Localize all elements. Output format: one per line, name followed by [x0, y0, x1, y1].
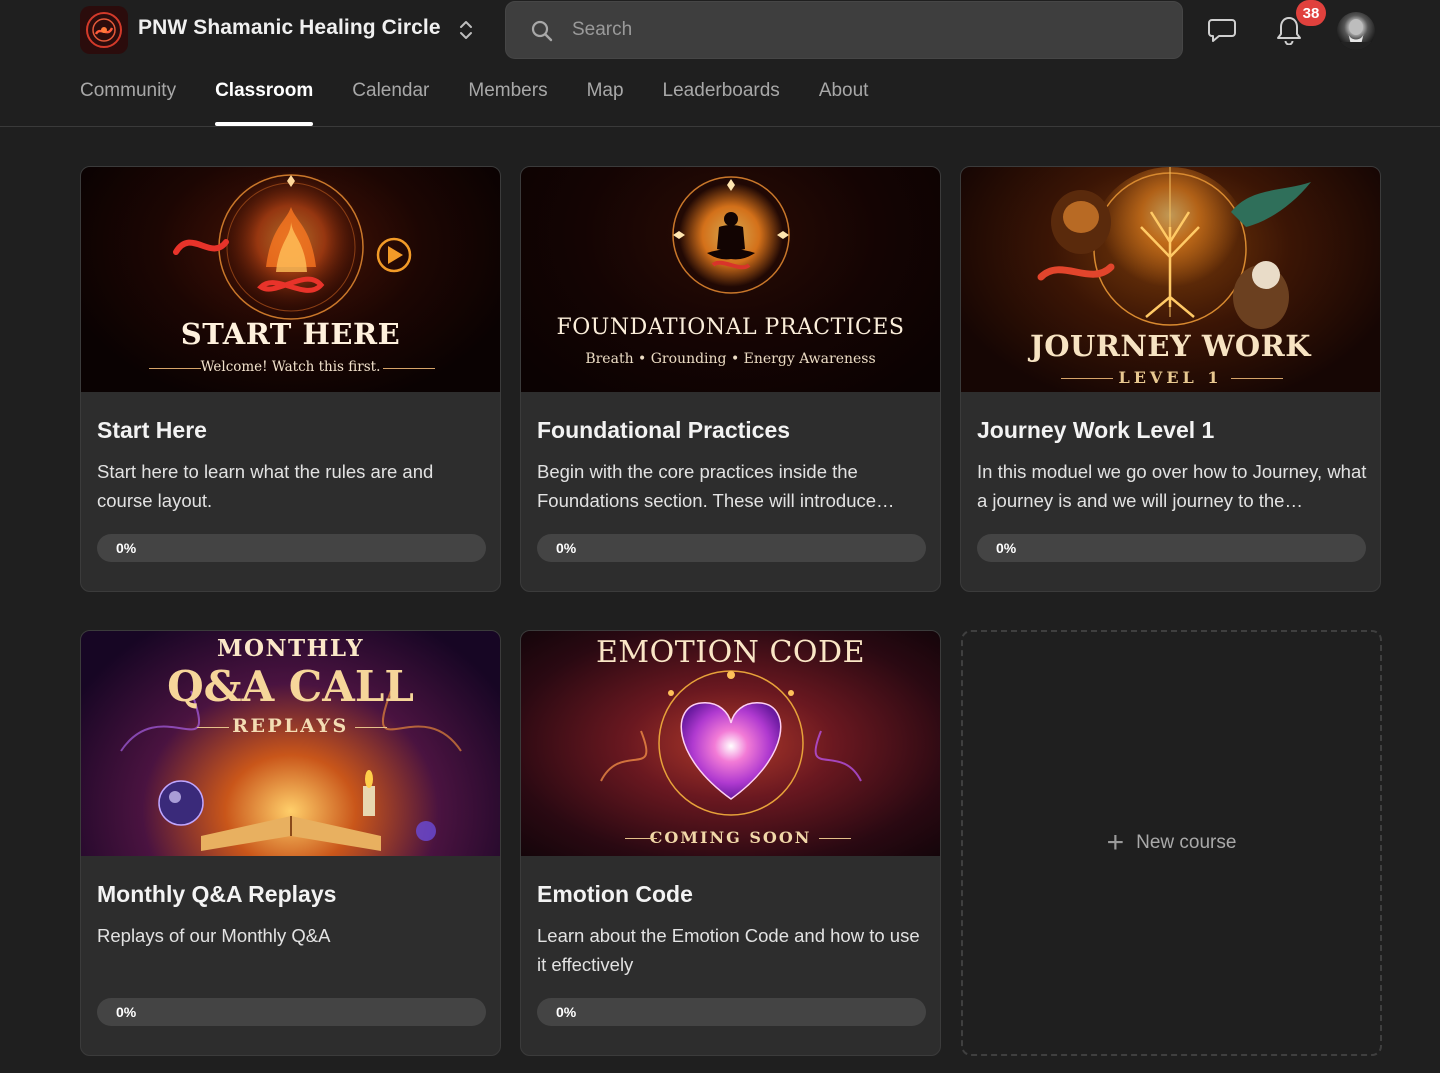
course-title: Monthly Q&A Replays — [97, 881, 337, 907]
course-thumbnail: JOURNEY WORK LEVEL 1 — [961, 167, 1380, 392]
course-progress-bar: 0% — [97, 534, 486, 562]
thumb-rule-right — [383, 368, 435, 369]
search-input[interactable] — [572, 2, 1152, 58]
tab-members[interactable]: Members — [468, 72, 547, 126]
course-description: In this moduel we go over how to Journey… — [977, 461, 1367, 511]
course-thumbnail: MONTHLY Q&A CALL REPLAYS — [81, 631, 500, 856]
course-card-start-here[interactable]: START HERE Welcome! Watch this first. St… — [80, 166, 501, 592]
new-course-label: New course — [1136, 832, 1237, 853]
course-title: Emotion Code — [537, 881, 693, 907]
thumb-title: EMOTION CODE — [596, 635, 865, 670]
thumb-title: JOURNEY WORK — [1030, 329, 1311, 363]
progress-label: 0% — [116, 1004, 137, 1020]
course-description: Learn about the Emotion Code and how to … — [537, 925, 920, 975]
chat-icon[interactable] — [1204, 12, 1240, 48]
course-title: Journey Work Level 1 — [977, 417, 1215, 443]
thumb-rule-right — [1231, 378, 1283, 379]
thumb-subtitle: LEVEL 1 — [1118, 368, 1223, 387]
course-card-emotion-code[interactable]: EMOTION CODE COMING SOON Emotion Code Le… — [520, 630, 941, 1056]
progress-label: 0% — [556, 540, 577, 556]
course-description: Start here to learn what the rules are a… — [97, 461, 434, 511]
course-card-journey-work[interactable]: JOURNEY WORK LEVEL 1 Journey Work Level … — [960, 166, 1381, 592]
thumb-title: MONTHLY — [217, 635, 364, 662]
course-description: Begin with the core practices inside the… — [537, 461, 895, 511]
notification-badge: 38 — [1296, 0, 1326, 26]
tab-classroom[interactable]: Classroom — [215, 72, 314, 126]
thumb-headline: Q&A CALL — [167, 662, 414, 711]
tab-calendar[interactable]: Calendar — [352, 72, 429, 126]
thumb-rule-left — [1061, 378, 1113, 379]
community-logo[interactable] — [80, 6, 128, 54]
course-progress-bar: 0% — [977, 534, 1366, 562]
search-icon — [531, 20, 553, 42]
progress-label: 0% — [996, 540, 1017, 556]
serpent-emblem-icon — [86, 12, 122, 48]
course-card-monthly-qa[interactable]: MONTHLY Q&A CALL REPLAYS Monthly Q&A Rep… — [80, 630, 501, 1056]
thumb-rule-right — [355, 727, 387, 728]
thumb-subtitle: REPLAYS — [232, 715, 349, 737]
thumb-rule-left — [149, 368, 201, 369]
thumb-rule-left — [625, 838, 657, 839]
course-title: Foundational Practices — [537, 417, 791, 443]
user-avatar[interactable] — [1337, 12, 1375, 50]
thumb-rule-left — [197, 727, 229, 728]
community-switcher-icon[interactable] — [455, 17, 477, 43]
thumb-subtitle: Welcome! Watch this first. — [200, 359, 381, 375]
main-nav-tabs: Community Classroom Calendar Members Map… — [80, 72, 907, 127]
thumb-subtitle: Breath • Grounding • Energy Awareness — [585, 351, 876, 367]
tab-community[interactable]: Community — [80, 72, 176, 126]
course-thumbnail: EMOTION CODE COMING SOON — [521, 631, 940, 856]
course-thumbnail: START HERE Welcome! Watch this first. — [81, 167, 500, 392]
course-card-foundational-practices[interactable]: FOUNDATIONAL PRACTICES Breath • Groundin… — [520, 166, 941, 592]
tab-about[interactable]: About — [819, 72, 869, 126]
course-progress-bar: 0% — [537, 534, 926, 562]
search-bar[interactable] — [505, 1, 1183, 59]
nav-divider — [0, 126, 1440, 127]
tab-leaderboards[interactable]: Leaderboards — [663, 72, 780, 126]
community-name[interactable]: PNW Shamanic Healing Circle — [138, 16, 441, 40]
top-bar: PNW Shamanic Healing Circle 38 — [0, 0, 1440, 60]
course-description: Replays of our Monthly Q&A — [97, 925, 331, 946]
course-progress-bar: 0% — [97, 998, 486, 1026]
thumb-rule-right — [819, 838, 851, 839]
thumb-subtitle: COMING SOON — [649, 828, 812, 847]
tab-map[interactable]: Map — [587, 72, 624, 126]
course-thumbnail: FOUNDATIONAL PRACTICES Breath • Groundin… — [521, 167, 940, 392]
progress-label: 0% — [556, 1004, 577, 1020]
progress-label: 0% — [116, 540, 137, 556]
new-course-button[interactable]: + New course — [961, 630, 1382, 1056]
thumb-title: START HERE — [180, 317, 401, 351]
course-title: Start Here — [97, 417, 207, 443]
course-progress-bar: 0% — [537, 998, 926, 1026]
thumb-title: FOUNDATIONAL PRACTICES — [556, 315, 905, 340]
plus-icon: + — [1106, 826, 1125, 859]
